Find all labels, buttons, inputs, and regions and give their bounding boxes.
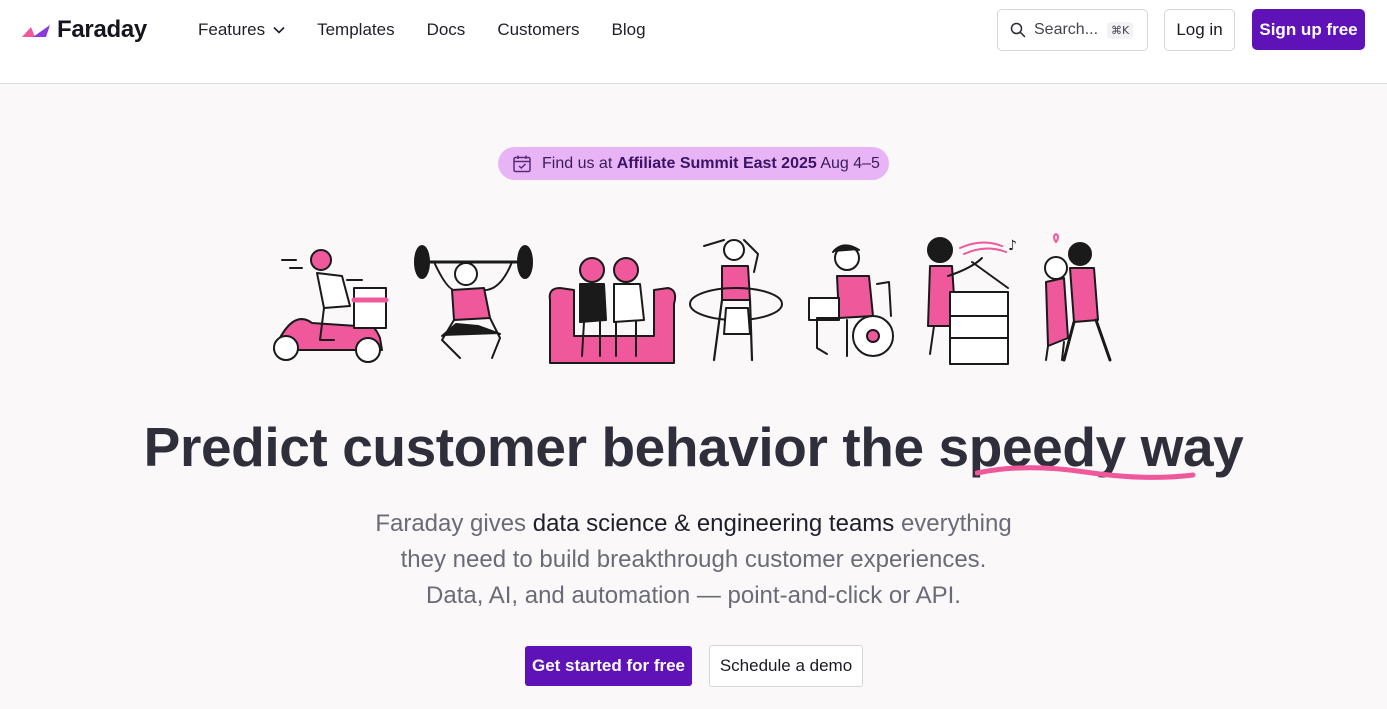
nav-blog-label: Blog [611,20,646,39]
search-label: Search... [1034,21,1099,38]
couple-couch-illustration [548,257,677,364]
search-button[interactable]: Search... ⌘K [997,9,1148,51]
hula-hoop-illustration [689,239,783,362]
nav-features[interactable]: Features [198,19,285,41]
nav-templates[interactable]: Templates [317,19,394,41]
schedule-demo-button[interactable]: Schedule a demo [709,645,863,687]
faraday-logo[interactable]: Faraday [22,16,147,44]
logo-text: Faraday [57,16,147,43]
weightlifter-illustration [414,245,533,359]
hero-sub-line2: they need to build breakthrough customer… [400,546,987,573]
announcement-banner[interactable]: Find us at Affiliate Summit East 2025 Au… [498,147,889,180]
hero-sub-bold: data science & engineering teams [532,510,895,537]
hero-subheading: Faraday gives data science & engineering… [0,506,1387,614]
hero-sub-suffix: everything [894,510,1012,537]
get-started-button[interactable]: Get started for free [525,646,692,686]
hero-sub-line1: Faraday gives data science & engineering… [0,506,1387,542]
search-icon [1010,22,1026,38]
announcement-dates: Aug 4–5 [816,154,880,172]
nav-customers[interactable]: Customers [497,19,579,41]
signup-button[interactable]: Sign up free [1252,9,1365,50]
nav-customers-label: Customers [497,20,580,39]
nav-templates-label: Templates [317,20,395,39]
nav-docs-label: Docs [426,20,466,39]
faraday-logo-icon [22,25,50,37]
chevron-down-icon [273,26,285,34]
main-nav: Features Templates Docs Customers Blog [198,19,678,41]
search-shortcut: ⌘K [1107,21,1134,39]
copy-machine-illustration: ♪ [927,237,1017,365]
announcement-event: Affiliate Summit East 2025 [616,154,817,172]
nav-docs[interactable]: Docs [427,19,466,41]
announcement-prefix: Find us at [542,154,617,172]
hero-sub-line3: Data, AI, and automation — point-and-cli… [426,582,961,609]
nav-features-label: Features [198,20,266,39]
svg-text:♪: ♪ [1008,238,1017,254]
scooter-illustration [273,249,389,363]
calendar-icon [513,155,531,172]
hero-sub-prefix: Faraday gives [375,510,533,537]
nav-blog[interactable]: Blog [612,19,646,41]
speedy-underline [975,465,1196,480]
wheelchair-illustration [808,244,894,357]
dancing-couple-illustration [1044,233,1112,362]
site-header: Faraday Features Templates Docs Customer… [0,0,1387,84]
announcement-text: Find us at Affiliate Summit East 2025 Au… [542,155,880,173]
login-button[interactable]: Log in [1164,9,1235,51]
people-illustrations: ♪ [273,233,1112,365]
